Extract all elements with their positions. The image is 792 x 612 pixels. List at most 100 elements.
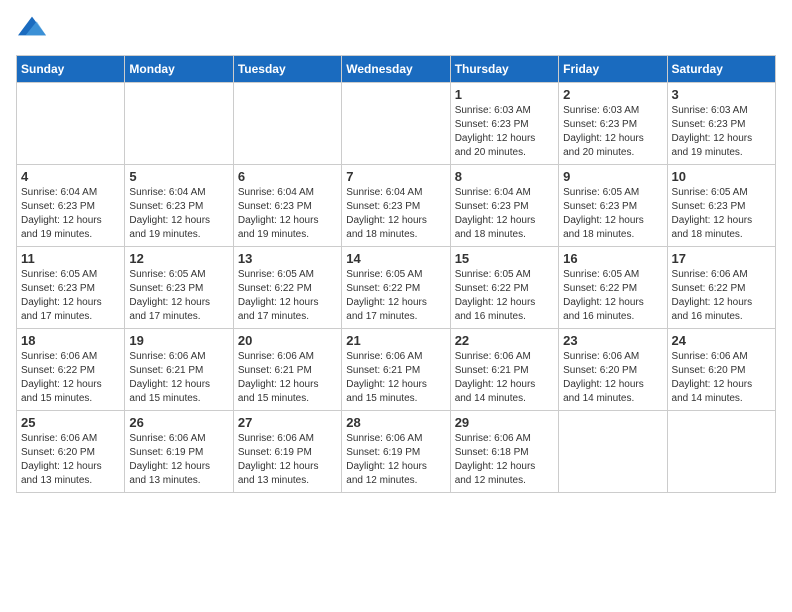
- calendar-day-empty: [342, 83, 450, 165]
- day-number: 8: [455, 169, 554, 184]
- calendar-day-14: 14 Sunrise: 6:05 AM Sunset: 6:22 PM Dayli…: [342, 247, 450, 329]
- column-header-monday: Monday: [125, 56, 233, 83]
- day-number: 21: [346, 333, 445, 348]
- calendar-day-21: 21 Sunrise: 6:06 AM Sunset: 6:21 PM Dayli…: [342, 329, 450, 411]
- calendar-day-9: 9 Sunrise: 6:05 AM Sunset: 6:23 PM Daylig…: [559, 165, 667, 247]
- calendar-day-24: 24Sunrise: 6:06 AM Sunset: 6:20 PM Dayli…: [667, 329, 775, 411]
- day-detail: Sunrise: 6:06 AM Sunset: 6:21 PM Dayligh…: [129, 350, 228, 406]
- logo: [16, 20, 46, 45]
- day-number: 3: [672, 87, 771, 102]
- column-header-wednesday: Wednesday: [342, 56, 450, 83]
- calendar-header-row: SundayMondayTuesdayWednesdayThursdayFrid…: [17, 56, 776, 83]
- day-number: 16: [563, 251, 662, 266]
- day-number: 12: [129, 251, 228, 266]
- day-number: 13: [238, 251, 337, 266]
- day-detail: Sunrise: 6:06 AM Sunset: 6:18 PM Dayligh…: [455, 432, 554, 488]
- column-header-tuesday: Tuesday: [233, 56, 341, 83]
- calendar-day-empty: [559, 411, 667, 493]
- day-detail: Sunrise: 6:06 AM Sunset: 6:21 PM Dayligh…: [346, 350, 445, 406]
- page-header: [16, 16, 776, 45]
- calendar-week-row: 25 Sunrise: 6:06 AM Sunset: 6:20 PM Dayli…: [17, 411, 776, 493]
- column-header-thursday: Thursday: [450, 56, 558, 83]
- day-number: 17: [672, 251, 771, 266]
- calendar-week-row: 4 Sunrise: 6:04 AM Sunset: 6:23 PM Daylig…: [17, 165, 776, 247]
- day-detail: Sunrise: 6:05 AM Sunset: 6:23 PM Dayligh…: [672, 186, 771, 242]
- day-number: 7: [346, 169, 445, 184]
- day-detail: Sunrise: 6:04 AM Sunset: 6:23 PM Dayligh…: [238, 186, 337, 242]
- day-detail: Sunrise: 6:04 AM Sunset: 6:23 PM Dayligh…: [455, 186, 554, 242]
- day-detail: Sunrise: 6:06 AM Sunset: 6:19 PM Dayligh…: [129, 432, 228, 488]
- calendar-week-row: 18 Sunrise: 6:06 AM Sunset: 6:22 PM Dayli…: [17, 329, 776, 411]
- calendar-week-row: 1 Sunrise: 6:03 AM Sunset: 6:23 PM Daylig…: [17, 83, 776, 165]
- day-number: 1: [455, 87, 554, 102]
- day-number: 29: [455, 415, 554, 430]
- day-detail: Sunrise: 6:05 AM Sunset: 6:23 PM Dayligh…: [563, 186, 662, 242]
- day-number: 9: [563, 169, 662, 184]
- column-header-saturday: Saturday: [667, 56, 775, 83]
- day-number: 27: [238, 415, 337, 430]
- day-number: 22: [455, 333, 554, 348]
- calendar-day-empty: [667, 411, 775, 493]
- calendar-day-17: 17 Sunrise: 6:06 AM Sunset: 6:22 PM Dayli…: [667, 247, 775, 329]
- day-detail: Sunrise: 6:06 AM Sunset: 6:21 PM Dayligh…: [238, 350, 337, 406]
- day-detail: Sunrise: 6:05 AM Sunset: 6:22 PM Dayligh…: [563, 268, 662, 324]
- day-number: 20: [238, 333, 337, 348]
- day-number: 18: [21, 333, 120, 348]
- calendar-day-11: 11Sunrise: 6:05 AM Sunset: 6:23 PM Dayli…: [17, 247, 125, 329]
- day-detail: Sunrise: 6:05 AM Sunset: 6:22 PM Dayligh…: [346, 268, 445, 324]
- calendar-day-23: 23 Sunrise: 6:06 AM Sunset: 6:20 PM Dayli…: [559, 329, 667, 411]
- day-detail: Sunrise: 6:06 AM Sunset: 6:20 PM Dayligh…: [21, 432, 120, 488]
- day-detail: Sunrise: 6:06 AM Sunset: 6:19 PM Dayligh…: [238, 432, 337, 488]
- day-detail: Sunrise: 6:04 AM Sunset: 6:23 PM Dayligh…: [129, 186, 228, 242]
- day-detail: Sunrise: 6:03 AM Sunset: 6:23 PM Dayligh…: [455, 104, 554, 160]
- calendar-day-13: 13Sunrise: 6:05 AM Sunset: 6:22 PM Dayli…: [233, 247, 341, 329]
- day-number: 4: [21, 169, 120, 184]
- day-number: 10: [672, 169, 771, 184]
- calendar-day-20: 20 Sunrise: 6:06 AM Sunset: 6:21 PM Dayli…: [233, 329, 341, 411]
- calendar-day-22: 22 Sunrise: 6:06 AM Sunset: 6:21 PM Dayli…: [450, 329, 558, 411]
- day-detail: Sunrise: 6:05 AM Sunset: 6:22 PM Dayligh…: [455, 268, 554, 324]
- calendar-day-3: 3 Sunrise: 6:03 AM Sunset: 6:23 PM Daylig…: [667, 83, 775, 165]
- calendar-day-empty: [125, 83, 233, 165]
- calendar-day-1: 1 Sunrise: 6:03 AM Sunset: 6:23 PM Daylig…: [450, 83, 558, 165]
- day-number: 15: [455, 251, 554, 266]
- day-detail: Sunrise: 6:06 AM Sunset: 6:20 PM Dayligh…: [563, 350, 662, 406]
- day-detail: Sunrise: 6:05 AM Sunset: 6:23 PM Dayligh…: [129, 268, 228, 324]
- calendar-day-empty: [233, 83, 341, 165]
- day-number: 25: [21, 415, 120, 430]
- day-detail: Sunrise: 6:06 AM Sunset: 6:21 PM Dayligh…: [455, 350, 554, 406]
- day-number: 2: [563, 87, 662, 102]
- calendar-week-row: 11Sunrise: 6:05 AM Sunset: 6:23 PM Dayli…: [17, 247, 776, 329]
- calendar-day-10: 10 Sunrise: 6:05 AM Sunset: 6:23 PM Dayli…: [667, 165, 775, 247]
- calendar-day-6: 6 Sunrise: 6:04 AM Sunset: 6:23 PM Daylig…: [233, 165, 341, 247]
- day-number: 23: [563, 333, 662, 348]
- day-number: 19: [129, 333, 228, 348]
- calendar-day-5: 5 Sunrise: 6:04 AM Sunset: 6:23 PM Daylig…: [125, 165, 233, 247]
- calendar-day-12: 12 Sunrise: 6:05 AM Sunset: 6:23 PM Dayli…: [125, 247, 233, 329]
- day-detail: Sunrise: 6:03 AM Sunset: 6:23 PM Dayligh…: [672, 104, 771, 160]
- day-detail: Sunrise: 6:06 AM Sunset: 6:19 PM Dayligh…: [346, 432, 445, 488]
- calendar-day-4: 4 Sunrise: 6:04 AM Sunset: 6:23 PM Daylig…: [17, 165, 125, 247]
- column-header-sunday: Sunday: [17, 56, 125, 83]
- day-number: 14: [346, 251, 445, 266]
- day-detail: Sunrise: 6:04 AM Sunset: 6:23 PM Dayligh…: [21, 186, 120, 242]
- calendar-day-2: 2 Sunrise: 6:03 AM Sunset: 6:23 PM Daylig…: [559, 83, 667, 165]
- calendar-table: SundayMondayTuesdayWednesdayThursdayFrid…: [16, 55, 776, 493]
- calendar-day-empty: [17, 83, 125, 165]
- calendar-day-29: 29 Sunrise: 6:06 AM Sunset: 6:18 PM Dayli…: [450, 411, 558, 493]
- calendar-day-18: 18 Sunrise: 6:06 AM Sunset: 6:22 PM Dayli…: [17, 329, 125, 411]
- day-number: 6: [238, 169, 337, 184]
- calendar-day-28: 28 Sunrise: 6:06 AM Sunset: 6:19 PM Dayli…: [342, 411, 450, 493]
- day-number: 28: [346, 415, 445, 430]
- calendar-day-15: 15 Sunrise: 6:05 AM Sunset: 6:22 PM Dayli…: [450, 247, 558, 329]
- day-number: 26: [129, 415, 228, 430]
- calendar-day-7: 7Sunrise: 6:04 AM Sunset: 6:23 PM Daylig…: [342, 165, 450, 247]
- calendar-day-26: 26 Sunrise: 6:06 AM Sunset: 6:19 PM Dayli…: [125, 411, 233, 493]
- calendar-day-8: 8 Sunrise: 6:04 AM Sunset: 6:23 PM Daylig…: [450, 165, 558, 247]
- day-detail: Sunrise: 6:03 AM Sunset: 6:23 PM Dayligh…: [563, 104, 662, 160]
- column-header-friday: Friday: [559, 56, 667, 83]
- day-detail: Sunrise: 6:06 AM Sunset: 6:22 PM Dayligh…: [672, 268, 771, 324]
- day-number: 5: [129, 169, 228, 184]
- day-detail: Sunrise: 6:06 AM Sunset: 6:22 PM Dayligh…: [21, 350, 120, 406]
- day-detail: Sunrise: 6:05 AM Sunset: 6:23 PM Dayligh…: [21, 268, 120, 324]
